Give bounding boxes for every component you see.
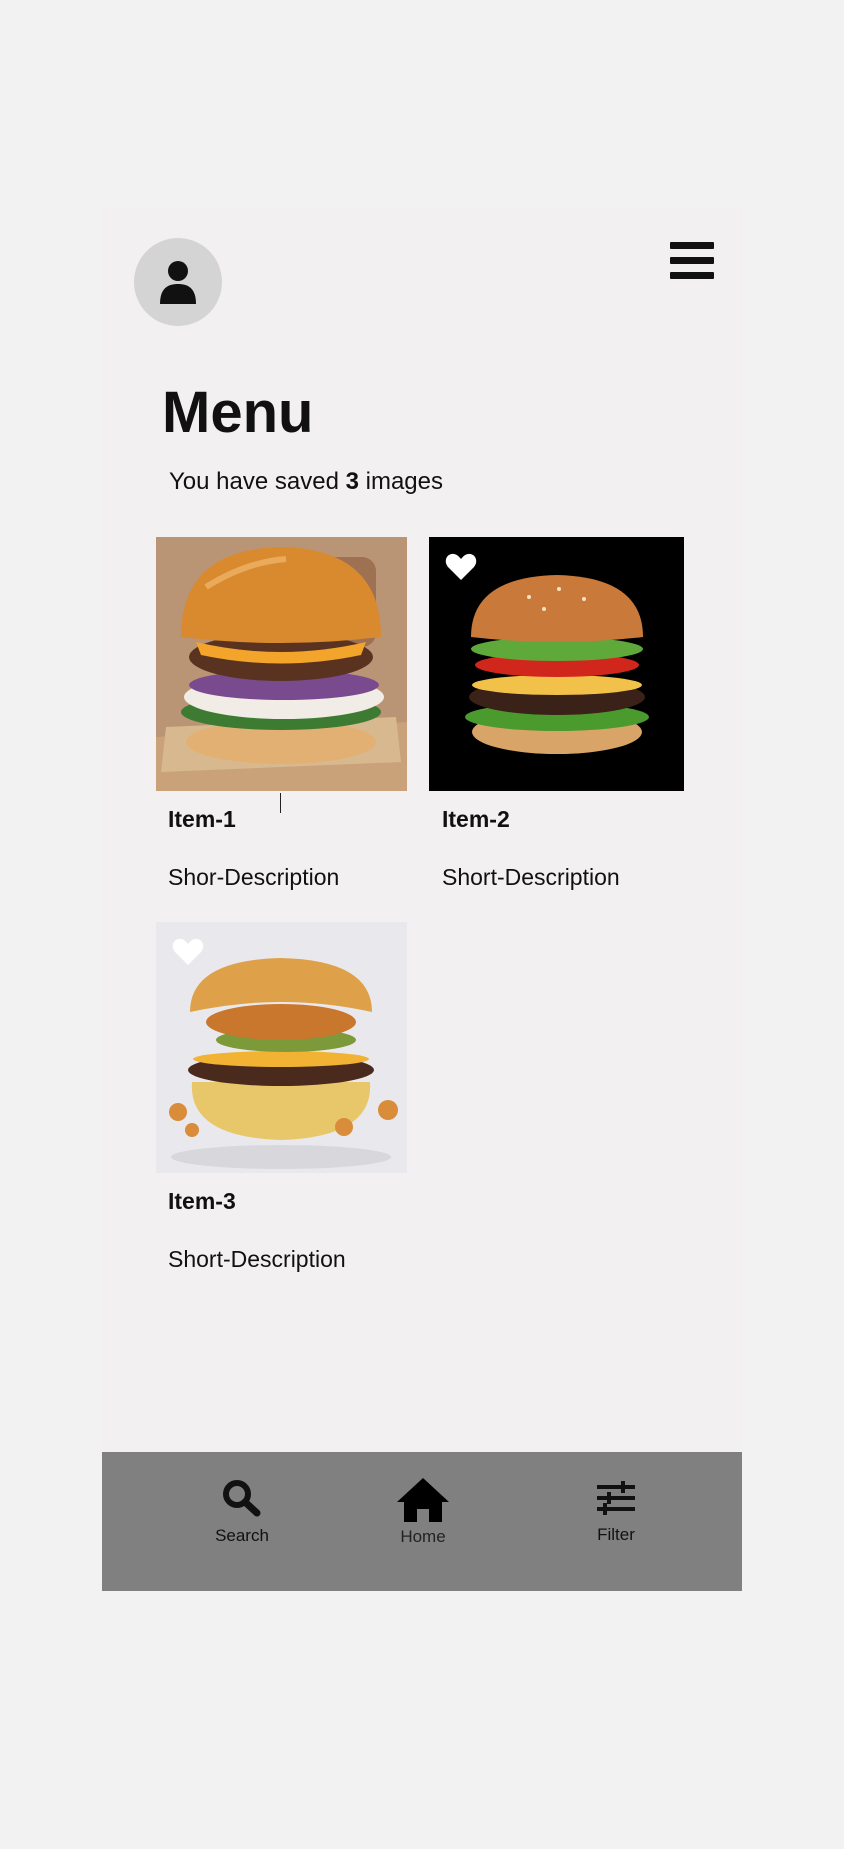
burger-illustration-1 (156, 537, 407, 791)
nav-home-button[interactable]: Home (388, 1476, 458, 1547)
text-cursor (280, 793, 281, 813)
bottom-navigation-bar: Search Home Filter (102, 1452, 742, 1591)
nav-home-label: Home (400, 1527, 446, 1546)
heart-icon[interactable] (172, 938, 204, 966)
item-description: Shor-Description (168, 864, 340, 890)
page-title: Menu (162, 380, 314, 445)
nav-filter-label: Filter (597, 1525, 635, 1544)
saved-count: 3 (345, 468, 359, 495)
search-icon (223, 1480, 261, 1517)
nav-search-button[interactable]: Search (207, 1479, 277, 1546)
item-title: Item-2 (442, 806, 510, 832)
nav-search-label: Search (215, 1526, 269, 1545)
sliders-filter-icon (597, 1481, 635, 1515)
item-image-burger-1[interactable] (156, 537, 407, 791)
hamburger-menu-icon[interactable] (670, 242, 714, 280)
item-image-burger-2[interactable] (429, 537, 684, 791)
app-frame: Menu You have saved 3 images Item-1 Shor… (102, 208, 742, 1591)
item-description: Short-Description (168, 1246, 346, 1272)
item-title: Item-3 (168, 1188, 236, 1214)
item-description: Short-Description (442, 864, 620, 890)
item-image-burger-3[interactable] (156, 922, 407, 1173)
person-icon (160, 261, 196, 304)
heart-icon[interactable] (445, 553, 477, 581)
nav-filter-button[interactable]: Filter (586, 1480, 646, 1545)
item-title: Item-1 (168, 806, 236, 832)
saved-count-text: You have saved 3 images (169, 468, 443, 495)
profile-avatar[interactable] (134, 238, 222, 326)
home-icon (397, 1478, 449, 1522)
